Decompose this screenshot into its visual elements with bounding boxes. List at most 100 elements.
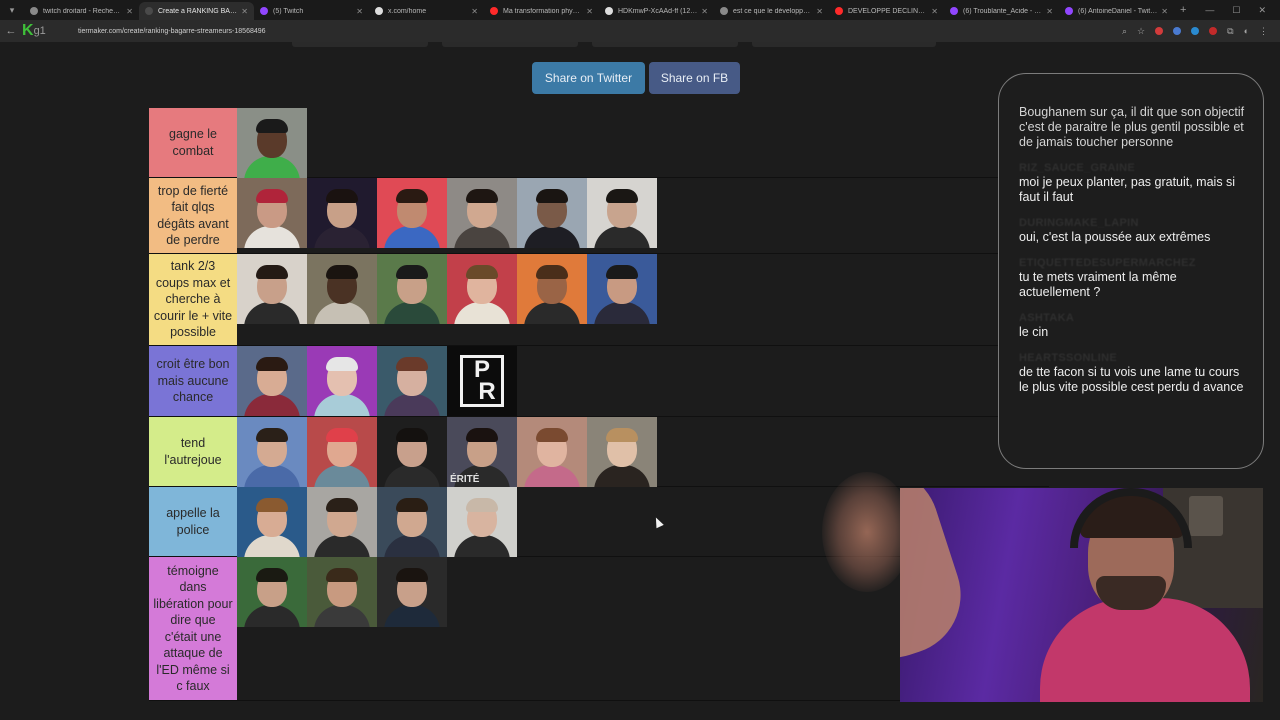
bookmark-star-icon[interactable]: ☆ (1137, 26, 1145, 37)
tier-item-image[interactable]: ÉRITÉ (447, 417, 517, 487)
browser-tab[interactable]: (6) Troublante_Acide - Twitch ✕ (944, 2, 1059, 20)
zoom-icon[interactable]: ⌕ (1122, 26, 1127, 37)
tab-close-icon[interactable]: ✕ (126, 7, 133, 16)
tab-close-icon[interactable]: ✕ (931, 7, 938, 16)
tier-item-image[interactable] (377, 178, 447, 248)
tier-item-image[interactable] (307, 417, 377, 487)
tier-item-image[interactable] (517, 178, 587, 248)
tier-item-image[interactable] (377, 557, 447, 627)
menu-kebab-icon[interactable]: ⋮ (1259, 26, 1268, 37)
browser-tab[interactable]: (5) Twitch ✕ (254, 2, 369, 20)
browser-tab[interactable]: x.com/home ✕ (369, 2, 484, 20)
tier-item-image[interactable] (447, 178, 517, 248)
tier-item-image[interactable] (587, 254, 657, 324)
tier-item-image[interactable] (377, 487, 447, 557)
tab-favicon-icon (260, 7, 268, 15)
portrait-hair (326, 498, 358, 512)
tier-item-image[interactable] (377, 346, 447, 416)
tab-close-icon[interactable]: ✕ (471, 7, 478, 16)
portrait-shirt (314, 302, 370, 324)
streamer-hand-blur (822, 472, 912, 592)
stub-button[interactable] (442, 42, 578, 47)
back-arrow-icon[interactable]: ← (0, 25, 22, 37)
tab-close-icon[interactable]: ✕ (241, 7, 248, 16)
tier-label[interactable]: tank 2/3 coups max et cherche à courir l… (149, 254, 237, 345)
close-window-icon[interactable]: ✕ (1258, 5, 1266, 16)
tier-item-image[interactable] (307, 487, 377, 557)
tier-item-image[interactable] (237, 487, 307, 557)
tier-item-image[interactable] (307, 178, 377, 248)
tab-close-icon[interactable]: ✕ (701, 7, 708, 16)
stream-chat-overlay: Boughanem sur ça, il dit que son objecti… (998, 73, 1264, 469)
portrait-shirt (524, 302, 580, 324)
tier-item-image[interactable] (307, 346, 377, 416)
portrait-shirt (244, 226, 300, 248)
tab-close-icon[interactable]: ✕ (1046, 7, 1053, 16)
tab-close-icon[interactable]: ✕ (356, 7, 363, 16)
tier-items[interactable] (237, 178, 1049, 253)
tab-close-icon[interactable]: ✕ (1161, 7, 1168, 16)
stub-button[interactable] (592, 42, 738, 47)
tier-items[interactable]: PR (237, 346, 1049, 416)
tier-item-image[interactable] (517, 417, 587, 487)
tier-label[interactable]: tend l'autrejoue (149, 417, 237, 486)
share-twitter-button[interactable]: Share on Twitter (532, 62, 645, 94)
maximize-icon[interactable]: ☐ (1232, 5, 1240, 16)
browser-tab[interactable]: twitch droitard - Recherche G ✕ (24, 2, 139, 20)
tier-item-image[interactable] (237, 108, 307, 178)
profile-avatar-icon[interactable]: ◐ (1244, 26, 1249, 36)
tier-label[interactable]: appelle la police (149, 487, 237, 556)
tier-item-image[interactable] (237, 178, 307, 248)
tab-close-icon[interactable]: ✕ (586, 7, 593, 16)
tier-label[interactable]: croit être bon mais aucune chance (149, 346, 237, 416)
tab-title: (6) AntoineDaniel - Twitch (1078, 7, 1158, 15)
stub-button[interactable] (752, 42, 936, 47)
portrait-shirt (314, 465, 370, 487)
new-tab-button[interactable]: + (1180, 4, 1186, 16)
tier-item-image[interactable] (307, 557, 377, 627)
tier-item-image[interactable] (517, 254, 587, 324)
tier-label[interactable]: trop de fierté fait qlqs dégâts avant de… (149, 178, 237, 253)
tier-items[interactable] (237, 254, 1049, 345)
tier-item-image[interactable] (377, 417, 447, 487)
chat-message: ETIQUETTEDESUPERMARCHEZ tu te mets vraime… (1019, 257, 1247, 300)
tier-item-image[interactable] (447, 487, 517, 557)
share-fb-button[interactable]: Share on FB (649, 62, 740, 94)
extensions-puzzle-icon[interactable]: ⧉ (1227, 26, 1233, 37)
tab-close-icon[interactable]: ✕ (816, 7, 823, 16)
browser-tab[interactable]: DÉVELOPPÉ DÉCLINÉ, Mieux q… ✕ (829, 2, 944, 20)
tier-label[interactable]: gagne le combat (149, 108, 237, 177)
portrait-hair (396, 568, 428, 582)
tier-items[interactable] (237, 108, 1049, 178)
tier-item-image[interactable] (307, 254, 377, 324)
extension-red-icon[interactable] (1155, 27, 1164, 35)
tier-item-image[interactable] (447, 254, 517, 324)
tab-title: (5) Twitch (273, 7, 304, 15)
tab-search-icon[interactable]: ▾ (0, 0, 24, 20)
browser-tab[interactable]: est ce que le développé décliné ✕ (714, 2, 829, 20)
tier-item-image[interactable] (237, 254, 307, 324)
stub-button[interactable] (292, 42, 428, 47)
tier-item-image[interactable] (237, 557, 307, 627)
tier-label[interactable]: témoigne dans libération pour dire que c… (149, 557, 237, 700)
browser-tab[interactable]: Ma transformation physique ✕ (484, 2, 599, 20)
tier-item-image[interactable] (587, 178, 657, 248)
minimize-icon[interactable]: — (1205, 5, 1214, 15)
extension-blue-icon[interactable] (1173, 27, 1182, 35)
browser-tab[interactable]: Create a RANKING BAGARRE ✕ (139, 2, 254, 20)
extension-teal-icon[interactable] (1191, 27, 1200, 35)
tab-strip: twitch droitard - Recherche G✕Create a R… (24, 0, 1174, 20)
url-field[interactable]: tiermaker.com/create/ranking-bagarre-str… (78, 28, 1122, 35)
portrait-hair (256, 265, 288, 279)
browser-tab[interactable]: (6) AntoineDaniel - Twitch ✕ (1059, 2, 1174, 20)
portrait-hair (326, 568, 358, 582)
tier-items[interactable]: ÉRITÉ (237, 417, 1049, 487)
extension-crimson-icon[interactable] (1209, 27, 1218, 35)
tier-item-image[interactable]: PR (447, 346, 517, 416)
chat-text: oui, c'est la poussée aux extrêmes (1019, 230, 1211, 244)
browser-tab[interactable]: HDKmwP-XcAAd-ff (1206×1… ✕ (599, 2, 714, 20)
tier-item-image[interactable] (237, 417, 307, 487)
tier-item-image[interactable] (587, 417, 657, 487)
tier-item-image[interactable] (237, 346, 307, 416)
tier-item-image[interactable] (377, 254, 447, 324)
